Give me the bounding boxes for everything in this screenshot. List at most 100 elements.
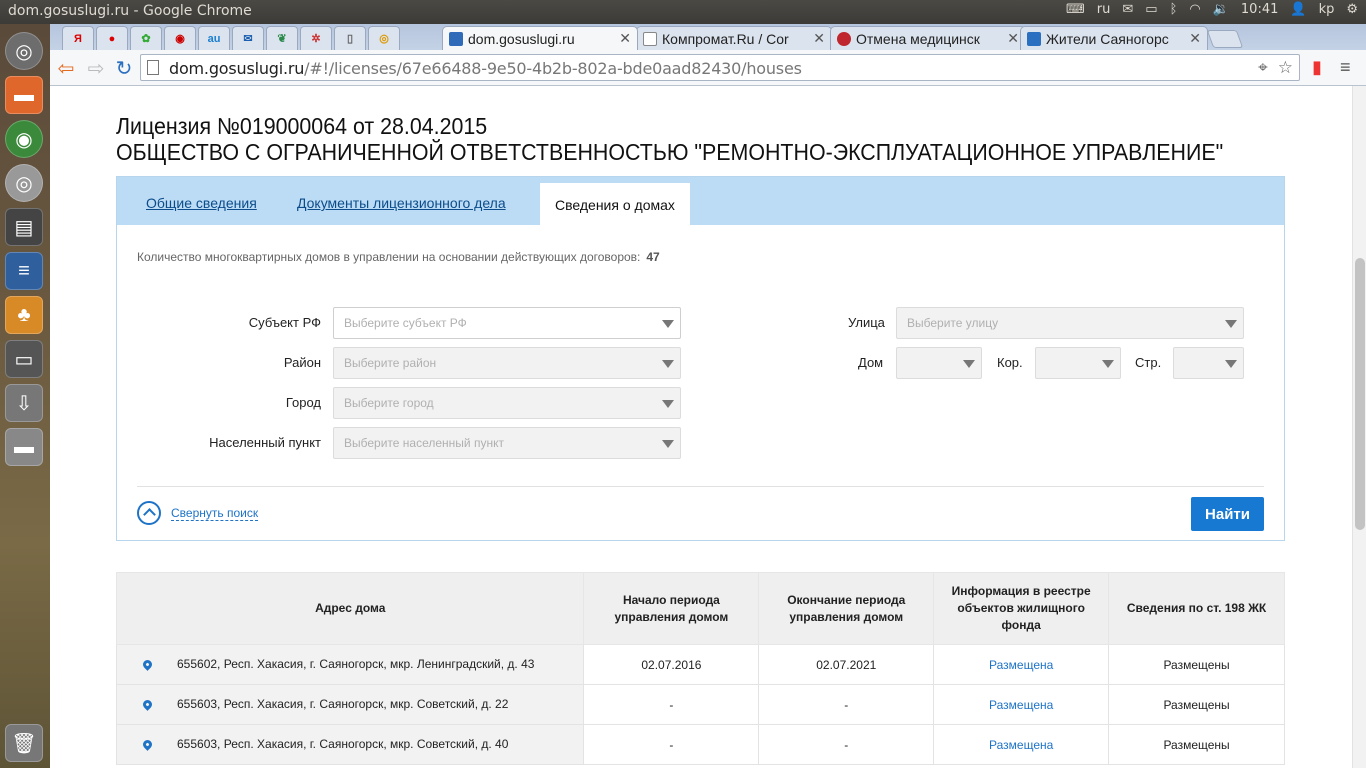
art198-cell: Размещены <box>1108 644 1285 685</box>
tab-general[interactable]: Общие сведения <box>146 195 257 211</box>
chevron-down-icon <box>662 360 674 368</box>
pinned-tab-gear[interactable]: ✲ <box>300 26 332 50</box>
column-address[interactable]: Адрес дома <box>115 572 585 645</box>
tab-dom-gosuslugi[interactable]: dom.gosuslugi.ru ✕ <box>442 26 638 50</box>
power-icon[interactable]: ⚙ <box>1346 2 1358 17</box>
disc-icon[interactable]: ◎ <box>5 164 43 202</box>
drive-icon[interactable]: ▬ <box>5 428 43 466</box>
dash-icon[interactable]: ◎ <box>5 32 43 70</box>
volume-icon[interactable]: 🔉 <box>1213 2 1229 17</box>
table-row[interactable]: 655603, Респ. Хакасия, г. Саяногорск, мк… <box>115 684 1285 725</box>
close-tab-icon[interactable]: ✕ <box>1189 30 1201 47</box>
street-label: Улица <box>848 315 885 330</box>
address-bar[interactable]: dom.gosuslugi.ru/#!/licenses/67e66488-9e… <box>140 54 1300 81</box>
video-icon[interactable]: ▤ <box>5 208 43 246</box>
column-art198[interactable]: Сведения по ст. 198 ЖК <box>1108 572 1285 645</box>
city-select[interactable]: Выберите город <box>333 387 681 419</box>
close-tab-icon[interactable]: ✕ <box>619 30 631 47</box>
trash-icon[interactable]: 🗑 <box>5 724 43 762</box>
close-tab-icon[interactable]: ✕ <box>1007 30 1019 47</box>
find-button[interactable]: Найти <box>1191 497 1264 531</box>
clock[interactable]: 10:41 <box>1241 2 1278 17</box>
address-cell: 655603, Респ. Хакасия, г. Саяногорск, мк… <box>115 684 585 725</box>
window-icon[interactable]: ▭ <box>5 340 43 378</box>
bookmark-star-icon[interactable]: ☆ <box>1278 58 1293 78</box>
tab-houses[interactable]: Сведения о домах <box>540 183 690 225</box>
window-title: dom.gosuslugi.ru - Google Chrome <box>8 3 252 19</box>
building-select[interactable] <box>1035 347 1121 379</box>
keyboard-layout[interactable]: ru <box>1097 2 1111 17</box>
license-card: Общие сведения Документы лицензионного д… <box>116 176 1285 541</box>
pinned-tab-yandex[interactable]: Я <box>62 26 94 50</box>
extension-flag-icon[interactable]: ▮ <box>1312 57 1322 78</box>
gear-icon: ✲ <box>311 33 321 45</box>
map-pin-icon[interactable] <box>117 698 177 712</box>
new-tab-button[interactable] <box>1206 30 1244 48</box>
district-select[interactable]: Выберите район <box>333 347 681 379</box>
house-select[interactable] <box>896 347 982 379</box>
battery-icon[interactable]: ▭ <box>1145 2 1157 17</box>
collapse-search-link[interactable]: Свернуть поиск <box>171 506 259 521</box>
structure-select[interactable] <box>1173 347 1244 379</box>
document-icon[interactable]: ≡ <box>5 252 43 290</box>
end-cell: 02.07.2021 <box>758 644 935 685</box>
solitaire-icon[interactable]: ♣ <box>5 296 43 334</box>
map-pin-icon[interactable] <box>117 658 177 672</box>
close-tab-icon[interactable]: ✕ <box>813 30 825 47</box>
scrollbar-thumb[interactable] <box>1355 258 1365 530</box>
system-tray: ⌨ ru ✉ ▭ ᛒ ◠ 🔉 10:41 👤 kp ⚙ <box>1066 2 1358 17</box>
column-registry[interactable]: Информация в реестре объектов жилищного … <box>933 572 1110 645</box>
files-icon[interactable]: ▬ <box>5 76 43 114</box>
street-select[interactable]: Выберите улицу <box>896 307 1244 339</box>
tab-zhiteli[interactable]: Жители Саяногорс ✕ <box>1020 26 1208 50</box>
pinned-tab-ring[interactable]: ◎ <box>368 26 400 50</box>
browser-frame: Я ● ✿ ◉ au ✉ ❦ ✲ ▯ ◎ dom.gosuslugi.ru ✕ … <box>50 24 1366 86</box>
user-icon[interactable]: 👤 <box>1290 2 1306 17</box>
bluetooth-icon[interactable]: ᛒ <box>1170 2 1178 17</box>
tab-otmena[interactable]: Отмена медицинск ✕ <box>830 26 1026 50</box>
au-icon: au <box>207 32 221 45</box>
subject-select[interactable]: Выберите субъект РФ <box>333 307 681 339</box>
pinned-tab-apps[interactable]: ✿ <box>130 26 162 50</box>
registry-link[interactable]: Размещена <box>989 738 1053 752</box>
map-pin-icon[interactable] <box>117 738 177 752</box>
page-scrollbar[interactable] <box>1352 86 1366 768</box>
locality-placeholder: Выберите населенный пункт <box>344 436 504 450</box>
page-content: Лицензия №019000064 от 28.04.2015 ОБЩЕСТ… <box>50 86 1352 768</box>
user-name[interactable]: kp <box>1319 2 1335 17</box>
address-cell: 655603, Респ. Хакасия, г. Саяногорск, мк… <box>115 724 585 765</box>
pinned-tab-record[interactable]: ◉ <box>164 26 196 50</box>
table-row[interactable]: 655602, Респ. Хакасия, г. Саяногорск, мк… <box>115 644 1285 685</box>
back-arrow-icon[interactable]: ⇦ <box>54 56 78 80</box>
registry-link[interactable]: Размещена <box>989 658 1053 672</box>
locality-select[interactable]: Выберите населенный пункт <box>333 427 681 459</box>
url-text[interactable]: dom.gosuslugi.ru/#!/licenses/67e66488-9e… <box>169 59 802 78</box>
keyboard-icon[interactable]: ⌨ <box>1066 2 1085 17</box>
pinned-tab-mail[interactable]: ● <box>96 26 128 50</box>
pinned-tab-page[interactable]: ▯ <box>334 26 366 50</box>
pinned-tab-envelope[interactable]: ✉ <box>232 26 264 50</box>
yandex-icon: Я <box>74 32 82 45</box>
registry-cell: Размещена <box>933 724 1110 765</box>
chevron-up-circle-icon[interactable] <box>137 501 161 525</box>
launcher: ◎ ▬ ◉ ◎ ▤ ≡ ♣ ▭ ⇩ ▬ 🗑 <box>0 24 50 768</box>
pinned-tab-leaf[interactable]: ❦ <box>266 26 298 50</box>
pinned-tab-au[interactable]: au <box>198 26 230 50</box>
tab-documents[interactable]: Документы лицензионного дела <box>297 195 506 211</box>
table-row[interactable]: 655603, Респ. Хакасия, г. Саяногорск, мк… <box>115 724 1285 765</box>
usb-icon[interactable]: ⇩ <box>5 384 43 422</box>
chrome-icon[interactable]: ◉ <box>5 120 43 158</box>
column-start[interactable]: Начало периода управления домом <box>583 572 760 645</box>
news-favicon-icon <box>837 31 851 46</box>
wifi-icon[interactable]: ◠ <box>1189 2 1200 17</box>
reload-icon[interactable]: ↻ <box>112 56 136 80</box>
chevron-down-icon <box>662 400 674 408</box>
menu-icon[interactable]: ≡ <box>1340 57 1351 78</box>
tab-kompromat[interactable]: Компромат.Ru / Cor ✕ <box>636 26 832 50</box>
column-end[interactable]: Окончание периода управления домом <box>758 572 935 645</box>
mail-icon[interactable]: ✉ <box>1122 2 1133 17</box>
forward-arrow-icon[interactable]: ⇨ <box>84 56 108 80</box>
apps-icon: ✿ <box>141 33 151 45</box>
location-icon[interactable]: ⌖ <box>1258 58 1268 78</box>
registry-link[interactable]: Размещена <box>989 698 1053 712</box>
